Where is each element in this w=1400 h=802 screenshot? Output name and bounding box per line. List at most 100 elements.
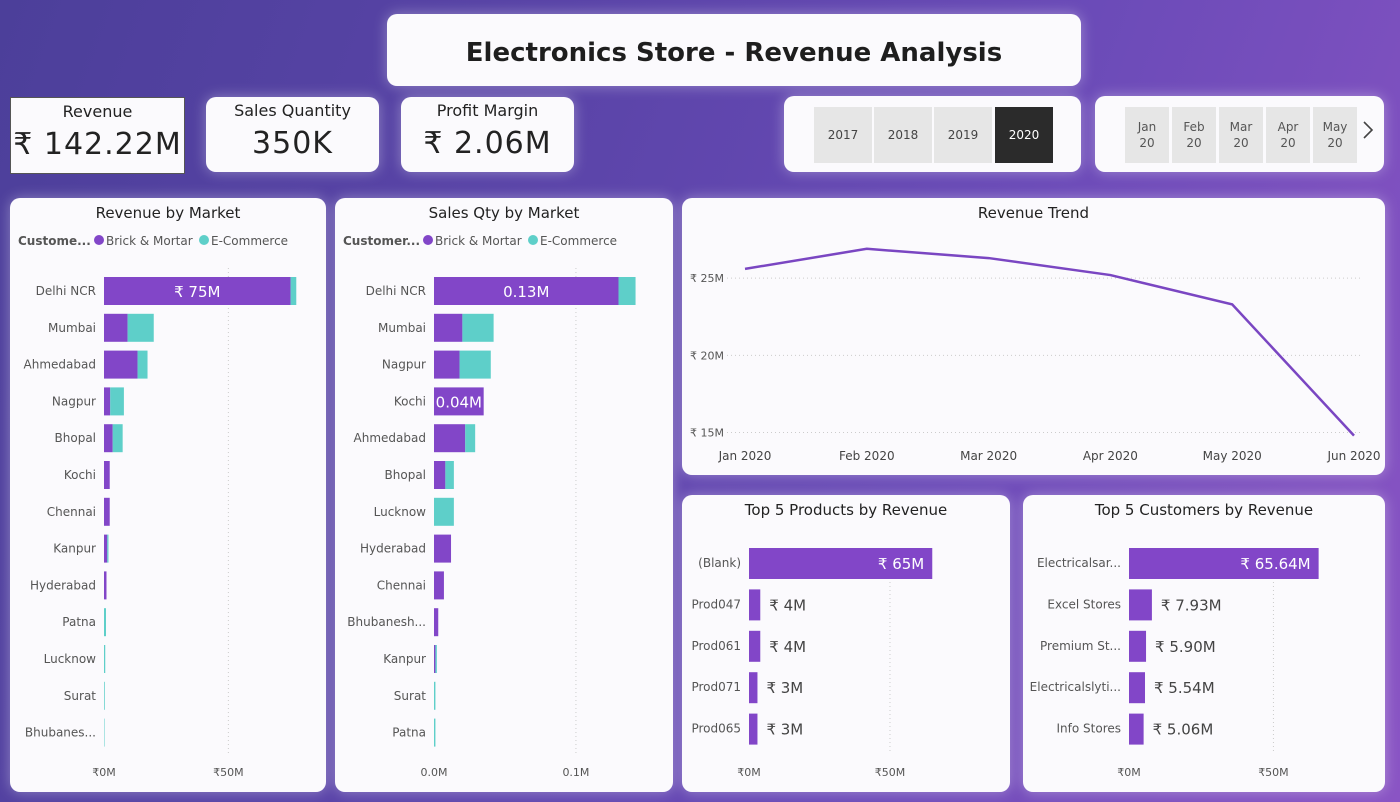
data-label: ₹ 5.06M: [1153, 721, 1214, 739]
data-label: ₹ 65.64M: [1240, 555, 1310, 573]
month-label: Feb 20: [1183, 120, 1205, 150]
category-label: Bhubanesh...: [347, 615, 426, 629]
bar: [104, 461, 110, 489]
month-option-apr[interactable]: Apr 20: [1266, 107, 1310, 163]
bar: [749, 713, 758, 745]
bar: [749, 672, 758, 704]
x-tick-label: Apr 2020: [1083, 449, 1138, 463]
bar: [104, 681, 105, 710]
bar: [290, 277, 297, 305]
legend-item: E-Commerce: [211, 234, 288, 248]
bar: [459, 350, 491, 379]
month-option-jan[interactable]: Jan 20: [1125, 107, 1169, 163]
bar: [104, 608, 106, 637]
bar: [445, 461, 454, 489]
title-card: Electronics Store - Revenue Analysis: [387, 14, 1081, 86]
bar: [1129, 672, 1146, 704]
bar: [104, 645, 106, 673]
kpi-card-sales-quantity[interactable]: Sales Quantity 350K: [206, 97, 379, 172]
data-label: ₹ 3M: [766, 721, 803, 739]
bar: [104, 387, 111, 416]
year-option-2017[interactable]: 2017: [814, 107, 872, 163]
revenue-trend-line: [744, 247, 1355, 437]
x-tick-label: 0.1M: [562, 766, 589, 779]
month-option-may[interactable]: May 20: [1313, 107, 1357, 163]
sales-qty-by-market-panel: Sales Qty by Market Customer... Brick & M…: [335, 198, 673, 792]
data-label: 0.04M: [436, 393, 482, 411]
data-label: ₹ 75M: [174, 283, 220, 301]
legend-item: E-Commerce: [540, 234, 617, 248]
bar: [434, 534, 452, 563]
top-customers-chart: ₹0M ₹50M Electricalsar... ₹ 65.64M Excel Sto…: [1030, 548, 1319, 779]
legend-marker: [199, 235, 209, 245]
bar: [435, 645, 437, 673]
chevron-right-icon[interactable]: [1362, 120, 1374, 146]
bar: [104, 534, 108, 563]
category-label: Prod061: [691, 639, 741, 653]
bar: [104, 571, 107, 600]
data-label: ₹ 7.93M: [1161, 596, 1222, 614]
bar: [434, 497, 454, 526]
month-slicer: Jan 20 Feb 20 Mar 20 Apr 20 May 20: [1095, 96, 1384, 172]
category-label: Bhopal: [55, 431, 96, 445]
bar: [749, 630, 761, 662]
kpi-value: ₹ 142.22M: [13, 127, 182, 162]
bar: [1129, 713, 1144, 745]
kpi-card-profit-margin[interactable]: Profit Margin ₹ 2.06M: [401, 97, 574, 172]
x-tick-label: ₹50M: [213, 766, 244, 779]
bar: [104, 313, 128, 342]
category-label: Delhi NCR: [366, 284, 426, 298]
bar: [465, 424, 476, 453]
category-label: Bhopal: [385, 468, 426, 482]
category-label: Ahmedabad: [354, 431, 426, 445]
bar: [127, 313, 154, 342]
category-label: Chennai: [47, 505, 96, 519]
bar: [110, 387, 124, 416]
category-label: Prod047: [691, 597, 741, 611]
x-tick-label: Mar 2020: [960, 449, 1017, 463]
month-label: Mar 20: [1229, 120, 1253, 150]
data-label: ₹ 4M: [769, 638, 806, 656]
x-tick-label: ₹50M: [875, 766, 906, 779]
category-label: Patna: [392, 726, 426, 740]
x-tick-label: Feb 2020: [839, 449, 895, 463]
year-option-2018[interactable]: 2018: [874, 107, 932, 163]
category-label: Excel Stores: [1047, 597, 1121, 611]
legend-marker: [423, 235, 433, 245]
year-option-2019[interactable]: 2019: [934, 107, 992, 163]
revenue-by-market-panel: Revenue by Market Custome... Brick & Mort…: [10, 198, 326, 792]
category-label: Lucknow: [374, 505, 427, 519]
x-tick-label: ₹0M: [92, 766, 116, 779]
category-label: Kanpur: [53, 542, 96, 556]
data-label: ₹ 5.54M: [1154, 679, 1215, 697]
category-label: Electricalslyti...: [1030, 680, 1121, 694]
category-label: Kochi: [394, 394, 426, 408]
bar: [434, 681, 436, 710]
month-label: Apr 20: [1277, 120, 1299, 150]
category-label: Info Stores: [1057, 722, 1122, 736]
kpi-label: Revenue: [62, 102, 133, 121]
category-label: Surat: [64, 689, 97, 703]
data-label: ₹ 5.90M: [1155, 638, 1216, 656]
category-label: Premium St...: [1040, 639, 1121, 653]
month-option-mar[interactable]: Mar 20: [1219, 107, 1263, 163]
bar: [434, 424, 466, 453]
legend-item: Brick & Mortar: [106, 234, 193, 248]
bar: [137, 350, 148, 379]
bar: [462, 313, 494, 342]
legend-marker: [528, 235, 538, 245]
category-label: Hyderabad: [30, 578, 96, 592]
category-label: Hyderabad: [360, 542, 426, 556]
data-label: ₹ 3M: [766, 679, 803, 697]
top-products-chart: ₹0M ₹50M (Blank) ₹ 65M Prod047 ₹ 4M Prod061 ₹ 4…: [691, 548, 933, 779]
year-option-2020[interactable]: 2020: [995, 107, 1053, 163]
kpi-card-revenue[interactable]: Revenue ₹ 142.22M: [10, 97, 185, 174]
kpi-label: Sales Quantity: [234, 101, 351, 120]
category-label: Nagpur: [52, 394, 96, 408]
year-slicer: 2017 2018 2019 2020: [784, 96, 1081, 172]
top-customers-panel: Top 5 Customers by Revenue ₹0M ₹50M Electr…: [1023, 495, 1385, 792]
month-option-feb[interactable]: Feb 20: [1172, 107, 1216, 163]
top-products-panel: Top 5 Products by Revenue ₹0M ₹50M (Blank)…: [682, 495, 1010, 792]
legend-title: Customer...: [343, 234, 420, 248]
data-label: 0.13M: [503, 283, 549, 301]
